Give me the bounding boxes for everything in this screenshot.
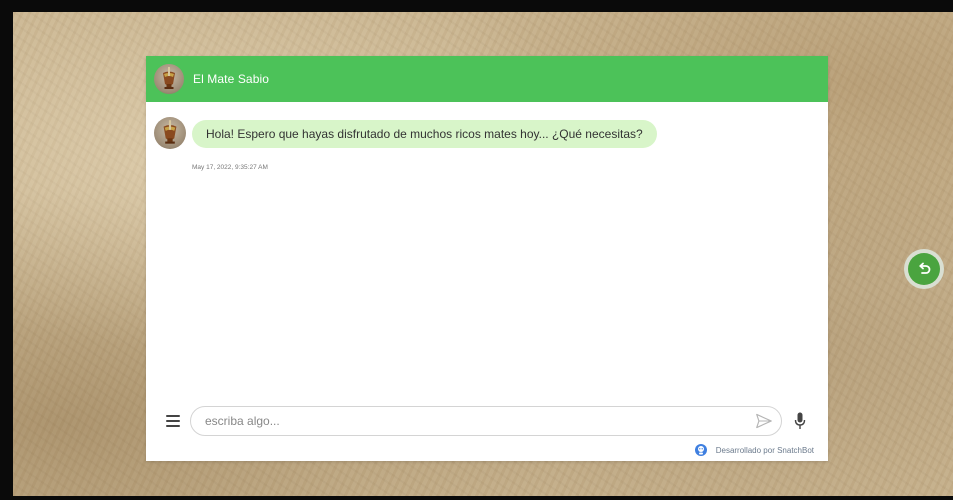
message-avatar <box>154 117 186 149</box>
mate-cup-icon <box>163 120 177 144</box>
message-input-wrapper <box>190 406 782 436</box>
message-bubble: Hola! Espero que hayas disfrutado de muc… <box>192 120 657 148</box>
powered-by[interactable]: Desarrollado por SnatchBot <box>694 444 814 456</box>
message-timestamp: May 17, 2022, 9:35:27 AM <box>192 164 268 171</box>
bot-avatar <box>154 64 184 94</box>
chat-header: El Mate Sabio <box>146 56 828 102</box>
mate-cup-icon <box>163 67 175 89</box>
undo-arrow-icon <box>919 262 931 274</box>
snatchbot-logo-icon <box>694 444 707 456</box>
chat-window: El Mate Sabio Hola! Espero que hayas dis… <box>146 56 828 461</box>
menu-icon[interactable] <box>166 415 180 427</box>
back-button[interactable] <box>904 249 944 289</box>
back-button-inner <box>908 253 940 285</box>
composer <box>166 405 816 437</box>
microphone-icon[interactable] <box>794 412 806 430</box>
message-row: Hola! Espero que hayas disfrutado de muc… <box>154 117 657 149</box>
send-icon[interactable] <box>755 413 773 429</box>
chat-title: El Mate Sabio <box>193 72 270 86</box>
message-input[interactable] <box>203 413 755 429</box>
powered-by-text: Desarrollado por SnatchBot <box>715 445 814 455</box>
